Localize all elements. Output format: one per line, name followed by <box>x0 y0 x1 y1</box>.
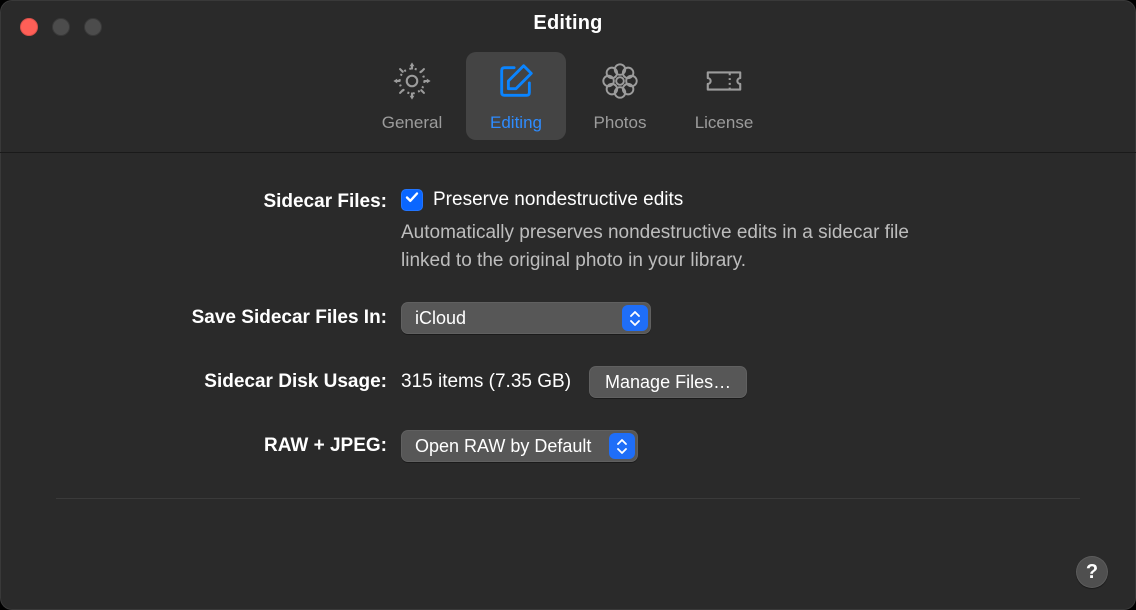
tab-photos[interactable]: Photos <box>570 52 670 140</box>
titlebar: Editing <box>0 0 1136 46</box>
tab-license[interactable]: License <box>674 52 774 140</box>
tab-label: License <box>695 113 754 133</box>
help-button[interactable]: ? <box>1076 556 1108 588</box>
zoom-window-button[interactable] <box>84 18 102 36</box>
tab-label: General <box>382 113 442 133</box>
traffic-lights <box>20 18 102 36</box>
save-location-value: iCloud <box>415 308 484 329</box>
checkmark-icon <box>404 189 420 211</box>
raw-jpeg-popup[interactable]: Open RAW by Default <box>401 430 638 462</box>
window-title: Editing <box>533 12 602 35</box>
updown-chevron-icon <box>622 305 648 331</box>
help-icon: ? <box>1086 561 1098 584</box>
editing-form: Sidecar Files: Preserve nondestructive e… <box>56 189 1080 499</box>
manage-files-button[interactable]: Manage Files… <box>589 366 747 398</box>
save-location-popup[interactable]: iCloud <box>401 302 651 334</box>
flower-icon <box>599 60 641 107</box>
manage-files-label: Manage Files… <box>605 372 731 393</box>
tab-general[interactable]: General <box>362 52 462 140</box>
disk-usage-value: 315 items (7.35 GB) <box>401 371 571 393</box>
field-disk-usage: 315 items (7.35 GB) Manage Files… <box>401 366 1080 398</box>
preserve-edits-label: Preserve nondestructive edits <box>433 189 683 211</box>
tab-editing[interactable]: Editing <box>466 52 566 140</box>
row-raw-jpeg: RAW + JPEG: Open RAW by Default <box>56 430 1080 462</box>
row-disk-usage: Sidecar Disk Usage: 315 items (7.35 GB) … <box>56 366 1080 398</box>
preferences-content: Sidecar Files: Preserve nondestructive e… <box>0 153 1136 610</box>
row-save-location: Save Sidecar Files In: iCloud <box>56 302 1080 334</box>
tab-label: Editing <box>490 113 542 133</box>
preferences-window: Editing General Editing <box>0 0 1136 610</box>
label-raw-jpeg: RAW + JPEG: <box>56 435 401 457</box>
label-sidecar-files: Sidecar Files: <box>56 189 401 213</box>
preferences-toolbar: General Editing <box>0 46 1136 153</box>
minimize-window-button[interactable] <box>52 18 70 36</box>
field-raw-jpeg: Open RAW by Default <box>401 430 1080 462</box>
raw-jpeg-value: Open RAW by Default <box>415 436 609 457</box>
ticket-icon <box>703 60 745 107</box>
updown-chevron-icon <box>609 433 635 459</box>
close-window-button[interactable] <box>20 18 38 36</box>
tab-label: Photos <box>594 113 647 133</box>
row-sidecar-files: Sidecar Files: Preserve nondestructive e… <box>56 189 1080 274</box>
field-save-location: iCloud <box>401 302 1080 334</box>
label-save-location: Save Sidecar Files In: <box>56 307 401 329</box>
field-sidecar-files: Preserve nondestructive edits Automatica… <box>401 189 1080 274</box>
gear-icon <box>391 60 433 107</box>
preserve-edits-checkbox[interactable] <box>401 189 423 211</box>
sidecar-files-description: Automatically preserves nondestructive e… <box>401 219 961 274</box>
label-disk-usage: Sidecar Disk Usage: <box>56 371 401 393</box>
edit-icon <box>495 60 537 107</box>
